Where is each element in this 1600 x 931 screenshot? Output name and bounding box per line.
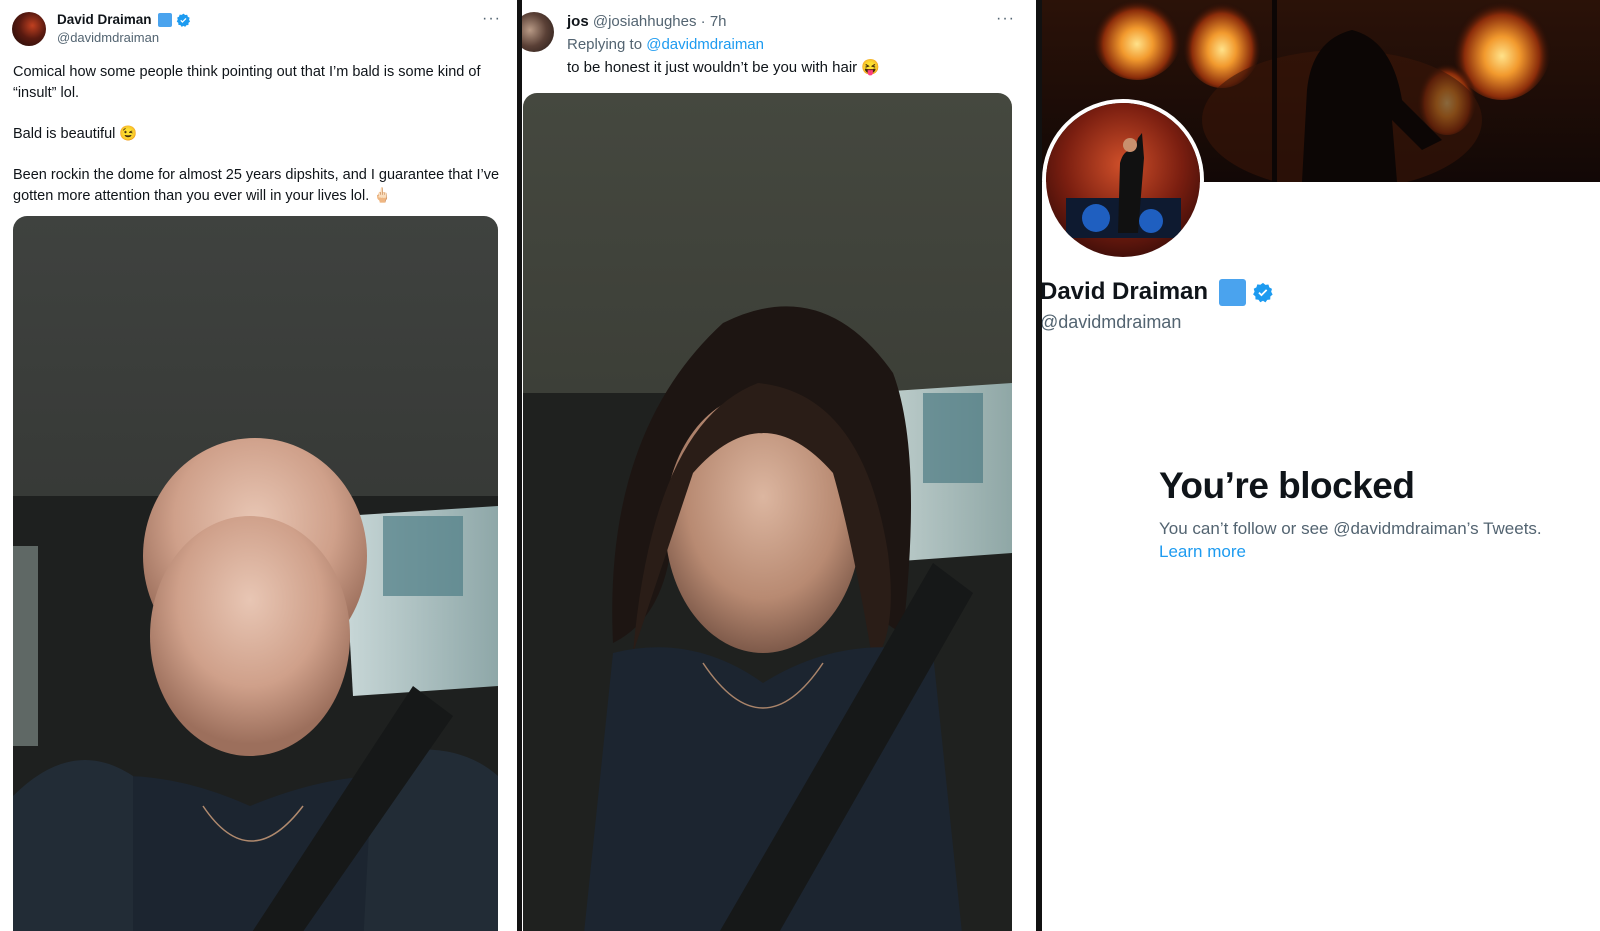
selfie-image xyxy=(13,216,498,931)
profile-handle: @davidmdraiman xyxy=(1042,312,1182,332)
separator: · xyxy=(700,13,706,30)
selfie-image xyxy=(523,93,1012,931)
reply-time[interactable]: 7h xyxy=(710,13,727,30)
square-badge-icon xyxy=(1218,279,1246,307)
profile-avatar-image xyxy=(1046,103,1200,257)
profile-name-row: David Draiman xyxy=(1042,278,1274,307)
original-tweet-panel: David Draiman @davidmdraiman ··· Comical… xyxy=(0,0,517,931)
replier-name[interactable]: jos xyxy=(567,13,589,30)
replying-to-handle-link[interactable]: @davidmdraiman xyxy=(646,36,764,53)
replier-avatar[interactable] xyxy=(522,12,554,52)
replying-to: Replying to @davidmdraiman xyxy=(567,36,764,53)
tweet-line-2: Bald is beautiful 😉 xyxy=(13,126,138,142)
profile-avatar[interactable] xyxy=(1042,99,1204,261)
blocked-title: You’re blocked xyxy=(1159,465,1415,506)
more-options-icon[interactable]: ··· xyxy=(482,10,501,28)
replier-name-row: jos @josiahhughes · 7h xyxy=(567,13,727,30)
blocked-description: You can’t follow or see @davidmdraiman’s… xyxy=(1159,519,1542,538)
tweet-body: Comical how some people think pointing o… xyxy=(13,62,505,207)
verified-badge-icon xyxy=(176,13,191,27)
author-name-row: David Draiman xyxy=(57,12,191,28)
reply-text: to be honest it just wouldn’t be you wit… xyxy=(567,59,881,76)
reply-tweet-panel: jos @josiahhughes · 7h ··· Replying to @… xyxy=(522,0,1036,931)
replier-handle[interactable]: @josiahhughes xyxy=(593,13,697,30)
learn-more-link[interactable]: Learn more xyxy=(1159,542,1246,562)
more-options-icon[interactable]: ··· xyxy=(996,10,1015,28)
tweet-line-3: Been rockin the dome for almost 25 years… xyxy=(13,167,500,204)
tweet-photo-hair-selfie[interactable] xyxy=(523,93,1012,931)
verified-badge-icon xyxy=(1253,282,1274,303)
author-name[interactable]: David Draiman xyxy=(57,12,152,27)
tweet-photo-bald-selfie[interactable] xyxy=(13,216,498,931)
tweet-line-1: Comical how some people think pointing o… xyxy=(13,64,481,101)
author-handle[interactable]: @davidmdraiman xyxy=(57,30,159,45)
blocked-profile-panel: David Draiman @davidmdraiman You’re bloc… xyxy=(1042,0,1600,931)
author-avatar[interactable] xyxy=(12,12,46,46)
profile-name: David Draiman xyxy=(1042,278,1209,305)
square-badge-icon xyxy=(158,13,173,28)
replying-label: Replying to xyxy=(567,36,643,53)
